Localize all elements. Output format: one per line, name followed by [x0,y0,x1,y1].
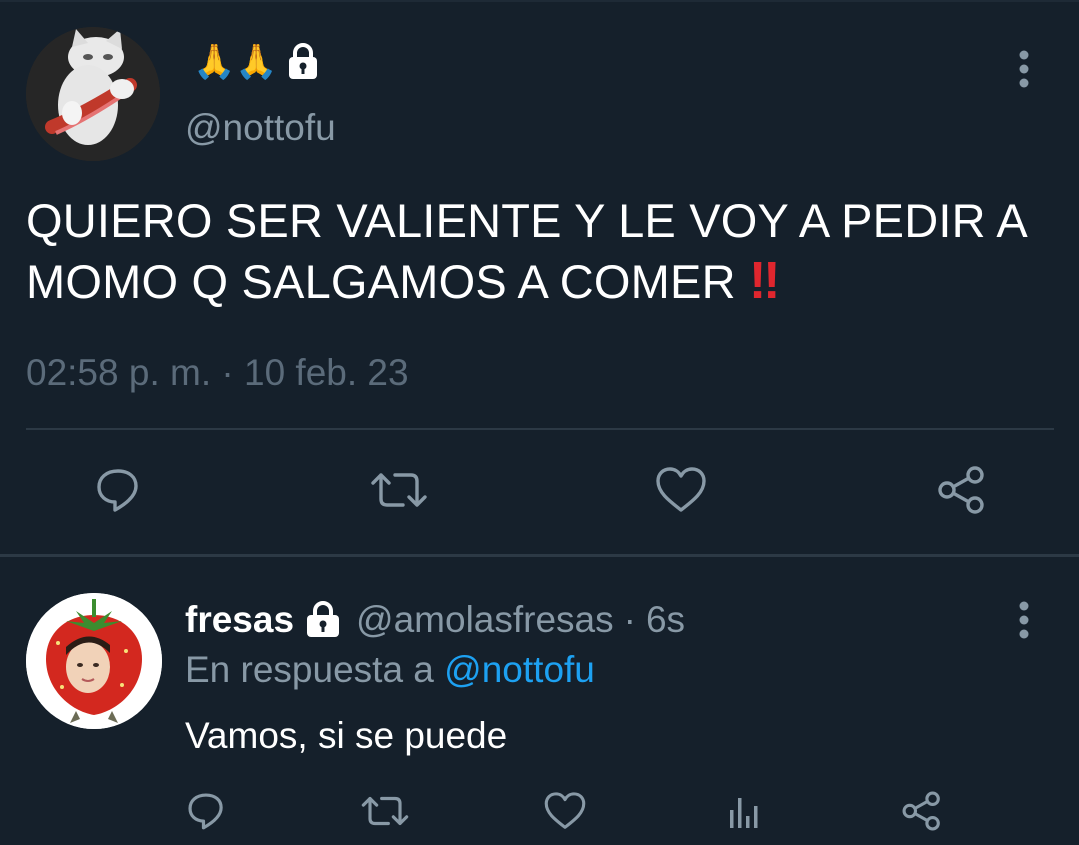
replying-to-prefix: En respuesta a [185,649,434,690]
reply-text: Vamos, si se puede [185,715,508,756]
retweet-button[interactable] [369,460,429,520]
author-display-name[interactable]: 🙏🙏 [193,42,278,82]
analytics-button[interactable] [719,785,769,837]
share-icon [938,466,984,514]
analytics-icon [730,798,758,828]
avatar[interactable] [26,593,162,729]
more-vertical-icon[interactable] [1014,601,1034,639]
tweet-actions [0,460,1079,524]
reply-button[interactable] [88,460,148,520]
like-button[interactable] [540,785,590,837]
reply-tweet[interactable]: fresas @amolasfresas · 6s En respuesta a… [0,557,1079,845]
author-display-name[interactable]: fresas [185,599,294,641]
share-icon [902,791,940,831]
author-handle[interactable]: @amolasfresas [356,599,614,641]
like-button[interactable] [651,460,711,520]
separator-dot: · [623,599,636,640]
lock-icon [286,42,320,82]
retweet-icon [371,473,427,507]
share-button[interactable] [897,785,947,837]
main-tweet: 🙏🙏 @nottofu QUIERO SER VALIENTE Y LE VOY… [0,0,1079,556]
lock-icon [304,600,342,640]
reply-actions [0,785,1079,841]
retweet-button[interactable] [360,785,410,837]
replying-to-link[interactable]: @nottofu [444,649,595,690]
author-name-row: 🙏🙏 [193,42,320,82]
reply-header: fresas @amolasfresas · 6s [185,597,685,643]
relative-time[interactable]: 6s [646,599,685,641]
divider [26,428,1054,430]
reply-icon [97,469,138,512]
more-vertical-icon[interactable] [1014,50,1034,88]
tweet-timestamp[interactable]: 02:58 p. m. · 10 feb. 23 [26,350,409,396]
tweet-text-body: QUIERO SER VALIENTE Y LE VOY A PEDIR A M… [26,194,1026,308]
avatar[interactable] [26,27,160,161]
share-button[interactable] [932,460,992,520]
author-handle[interactable]: @nottofu [185,106,336,150]
reply-button[interactable] [181,785,231,837]
strawberry-avatar-image [26,593,162,729]
replying-to-line: En respuesta a @nottofu [185,647,595,693]
double-exclamation-emoji: ‼ [748,252,781,310]
heart-icon [544,792,586,829]
heart-icon [656,467,706,512]
tweet-text: QUIERO SER VALIENTE Y LE VOY A PEDIR A M… [26,190,1056,312]
cat-avatar-image [26,27,160,161]
retweet-icon [361,796,409,826]
reply-icon [188,793,223,830]
